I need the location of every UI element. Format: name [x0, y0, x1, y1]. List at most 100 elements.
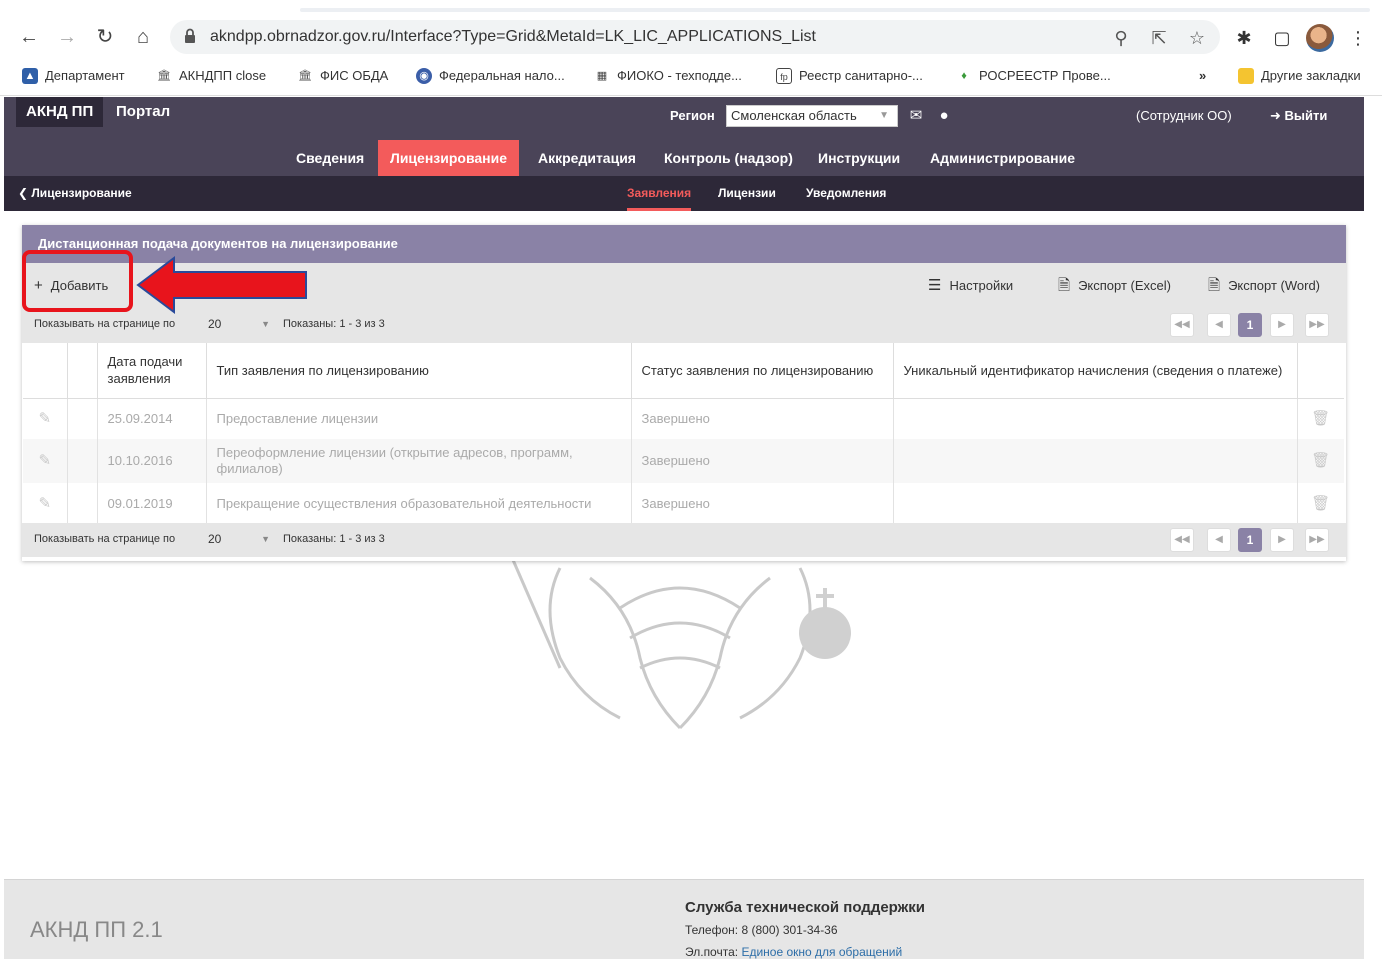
star-icon[interactable]: ☆ [1184, 25, 1210, 51]
breadcrumb[interactable]: ❮ Лицензирование [18, 185, 132, 201]
edit-icon[interactable]: ✎ [23, 483, 68, 524]
logout-icon: ➜ [1270, 108, 1285, 123]
fp-icon: fp [776, 68, 792, 84]
edit-icon[interactable]: ✎ [23, 398, 68, 439]
per-page-label: Показывать на странице по [34, 318, 176, 330]
menu-icon[interactable]: ⋮ [1344, 24, 1372, 52]
export-excel-button[interactable]: 🗎 Экспорт (Excel) [1058, 277, 1171, 295]
cell-status: Завершено [631, 483, 894, 524]
table-header-row: Дата подачи заявления Тип заявления по л… [23, 343, 1344, 399]
trash-icon[interactable]: 🗑 [1297, 398, 1344, 439]
word-icon: 🗎 [1208, 277, 1221, 294]
per-page-label: Показывать на странице по [34, 533, 176, 545]
chevron-left-icon: ❮ [18, 186, 32, 200]
bookmarks-overflow[interactable]: » [1199, 66, 1206, 86]
emblem-watermark [508, 552, 851, 730]
reload-icon[interactable]: ↻ [92, 24, 118, 50]
nav-control[interactable]: Контроль (надзор) [652, 140, 805, 176]
support-email: Эл.почта: Единое окно для обращений [685, 945, 902, 959]
bookmark-item[interactable]: ◉ Федеральная нало... [416, 66, 565, 86]
chevron-down-icon: ▼ [261, 319, 270, 329]
header-select [67, 343, 98, 399]
next-page-icon[interactable]: ▶ [1270, 528, 1294, 552]
nav-svedeniya[interactable]: Сведения [284, 140, 376, 176]
header-date[interactable]: Дата подачи заявления [97, 343, 207, 399]
select-cell[interactable] [67, 439, 98, 483]
excel-icon: 🗎 [1058, 277, 1071, 294]
last-page-icon[interactable]: ▶▶ [1305, 528, 1329, 552]
app-brand[interactable]: АКНД ПП [16, 97, 104, 127]
back-icon[interactable]: ← [16, 24, 42, 50]
tab-licenses[interactable]: Лицензии [718, 185, 776, 211]
prev-page-icon[interactable]: ◀ [1207, 313, 1231, 337]
other-bookmarks[interactable]: Другие закладки [1238, 66, 1361, 86]
bookmark-item[interactable]: 🏛 АКНДПП close [156, 66, 266, 86]
export-word-button[interactable]: 🗎 Экспорт (Word) [1208, 277, 1320, 295]
trash-icon[interactable]: 🗑 [1297, 439, 1344, 483]
home-icon[interactable]: ⌂ [130, 24, 156, 50]
first-page-icon[interactable]: ◀◀ [1170, 528, 1194, 552]
share-icon[interactable]: ⇱ [1146, 25, 1172, 51]
trash-icon[interactable]: 🗑 [1297, 483, 1344, 524]
cell-type: Предоставление лицензии [206, 398, 632, 439]
nav-administration[interactable]: Администрирование [918, 140, 1087, 176]
per-page-select[interactable]: 20 ▼ [208, 314, 274, 334]
page-button[interactable]: 1 [1238, 313, 1262, 337]
cell-uid [893, 439, 1298, 483]
phone-label: Телефон: [685, 923, 739, 937]
export-word-label: Экспорт (Word) [1228, 278, 1321, 293]
logout-button[interactable]: ➜ Выйти [1270, 107, 1327, 125]
edit-icon[interactable]: ✎ [23, 439, 68, 483]
extensions-icon[interactable]: ✱ [1230, 24, 1258, 52]
building-icon: 🏛 [298, 70, 312, 82]
cell-date: 09.01.2019 [97, 483, 207, 524]
select-cell[interactable] [67, 483, 98, 524]
highlight-box [22, 250, 133, 312]
nav-licensing[interactable]: Лицензирование [378, 140, 520, 176]
leaf-icon: ♦ [961, 70, 967, 82]
table-row[interactable]: ✎ 10.10.2016 Переоформление лицензии (от… [23, 439, 1344, 483]
bookmark-item[interactable]: ▲ Департамент [22, 66, 125, 86]
select-cell[interactable] [67, 398, 98, 439]
sidepanel-icon[interactable]: ▢ [1268, 24, 1296, 52]
header-status[interactable]: Статус заявления по лицензированию [631, 343, 894, 399]
bookmark-item[interactable]: ▦ ФИОКО - техподде... [594, 66, 742, 86]
cell-status: Завершено [631, 398, 894, 439]
table-row[interactable]: ✎ 09.01.2019 Прекращение осуществления о… [23, 483, 1344, 524]
zoom-icon[interactable]: ⚲ [1108, 25, 1134, 51]
header-uid[interactable]: Уникальный идентификатор начисления (све… [893, 343, 1298, 399]
arrow-annotation [136, 256, 307, 314]
url-text[interactable]: akndpp.obrnadzor.gov.ru/Interface?Type=G… [210, 28, 816, 46]
header-type[interactable]: Тип заявления по лицензированию [206, 343, 632, 399]
portal-link[interactable]: Портал [116, 97, 170, 127]
bookmark-item[interactable]: 🏛 ФИС ОБДА [297, 66, 388, 86]
nav-instructions[interactable]: Инструкции [806, 140, 912, 176]
next-page-icon[interactable]: ▶ [1270, 313, 1294, 337]
per-page-select[interactable]: 20 ▼ [208, 529, 274, 549]
cell-uid [893, 398, 1298, 439]
region-select[interactable]: Смоленская область ▼ [726, 105, 898, 127]
profile-avatar[interactable] [1306, 24, 1334, 52]
last-page-icon[interactable]: ▶▶ [1305, 313, 1329, 337]
chevron-down-icon: ▼ [261, 534, 270, 544]
bookmark-item[interactable]: fp Реестр санитарно-... [776, 66, 923, 86]
tab-notifications[interactable]: Уведомления [806, 185, 886, 211]
prev-page-icon[interactable]: ◀ [1207, 528, 1231, 552]
lock-icon [185, 28, 195, 43]
cell-uid [893, 483, 1298, 524]
tab-applications[interactable]: Заявления [627, 185, 692, 211]
first-page-icon[interactable]: ◀◀ [1170, 313, 1194, 337]
nav-accreditation[interactable]: Аккредитация [526, 140, 648, 176]
page-button[interactable]: 1 [1238, 528, 1262, 552]
footer [4, 879, 1364, 959]
mail-icon[interactable]: ✉ [906, 106, 926, 126]
forward-icon[interactable]: → [54, 24, 80, 50]
table-row[interactable]: ✎ 25.09.2014 Предоставление лицензии Зав… [23, 398, 1344, 439]
settings-button[interactable]: ☰ Настройки [928, 277, 1013, 295]
bookmark-label: АКНДПП close [179, 68, 267, 83]
email-link[interactable]: Единое окно для обращений [741, 945, 902, 959]
bookmark-item[interactable]: ♦ РОСРЕЕСТР Прове... [956, 66, 1111, 86]
user-icon[interactable]: ● [934, 106, 954, 126]
shown-count: Показаны: 1 - 3 из 3 [283, 533, 385, 545]
breadcrumb-label: Лицензирование [31, 186, 132, 200]
